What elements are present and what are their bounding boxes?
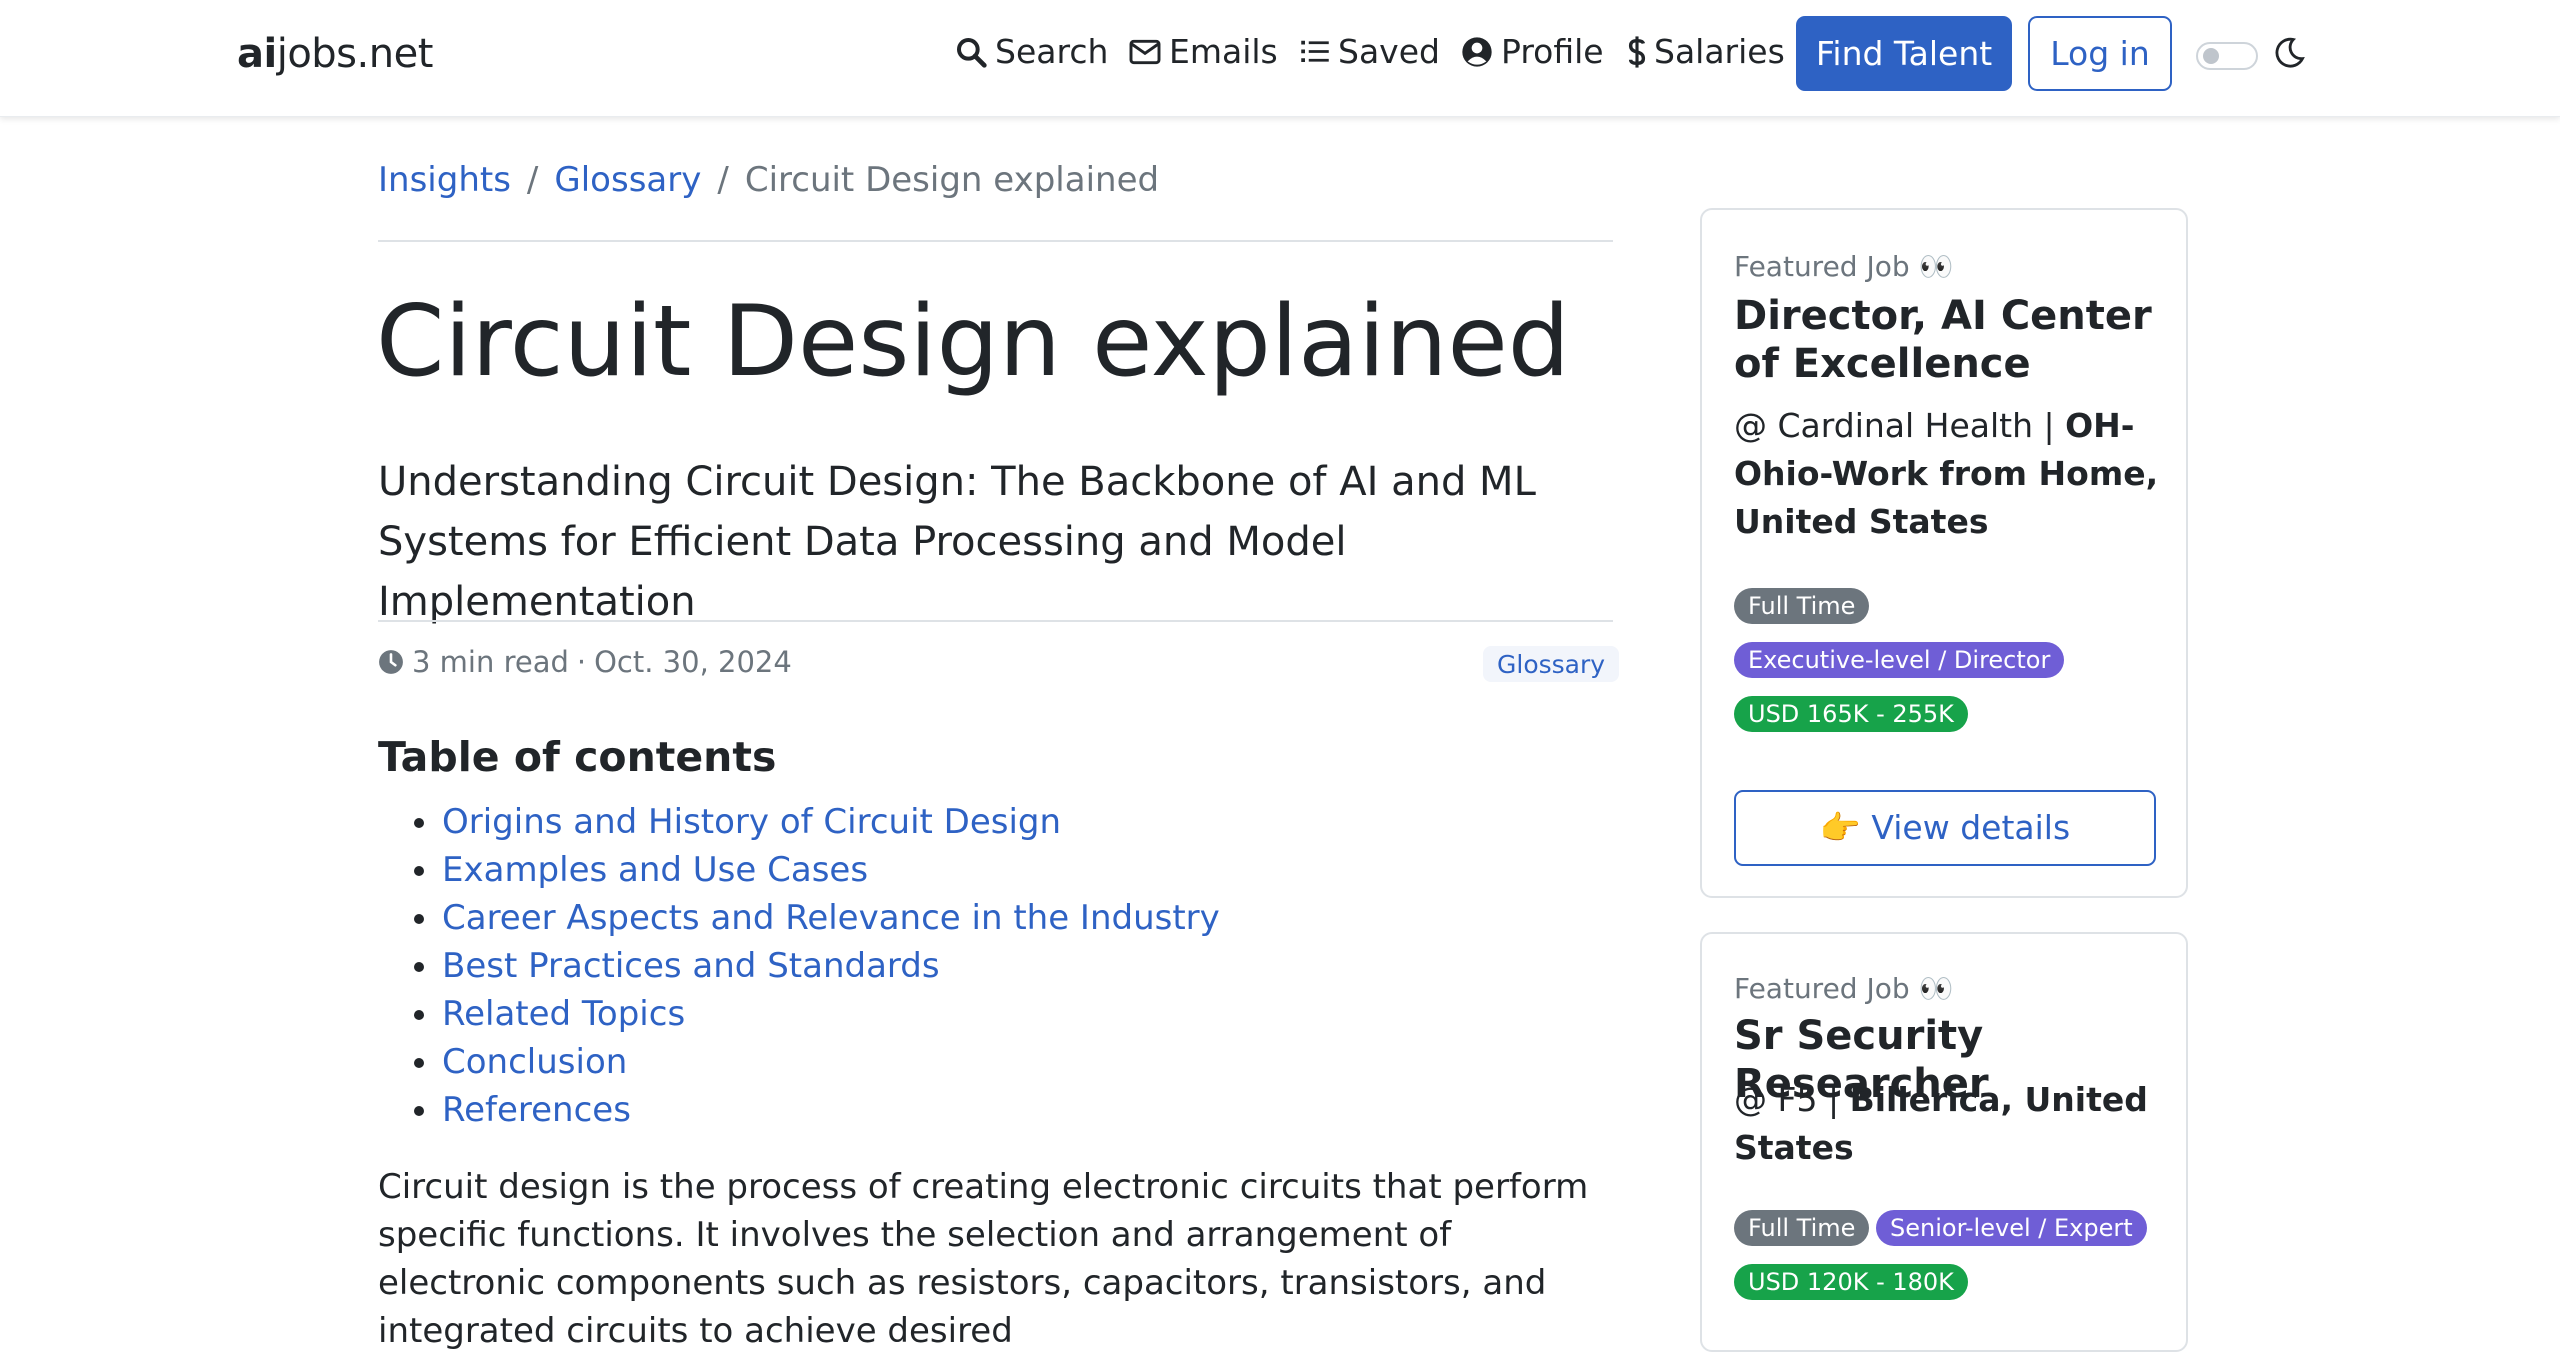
nav-emails-label: Emails	[1169, 32, 1278, 71]
breadcrumb-separator: /	[526, 160, 539, 200]
site-logo[interactable]: aijobs.net	[237, 31, 433, 77]
job-type-badge: Full Time	[1734, 588, 1870, 624]
job-level-badge: Senior-level / Expert	[1876, 1210, 2147, 1246]
featured-label: Featured Job 👀	[1734, 250, 1954, 283]
breadcrumb-separator: /	[717, 160, 729, 200]
toc-link[interactable]: Examples and Use Cases	[442, 850, 868, 890]
featured-job-card: Featured Job 👀 Sr Security Researcher @ …	[1700, 932, 2188, 1352]
toc-item: Related Topics	[378, 992, 1220, 1040]
toc-item: Conclusion	[378, 1040, 1220, 1088]
toc-link[interactable]: Career Aspects and Relevance in the Indu…	[442, 898, 1220, 938]
moon-icon	[2275, 37, 2305, 68]
featured-label: Featured Job 👀	[1734, 972, 1954, 1005]
page-subtitle: Understanding Circuit Design: The Backbo…	[378, 459, 1536, 625]
toc-heading: Table of contents	[378, 733, 777, 781]
job-company: @ Cardinal Health | OH-Ohio-Work from Ho…	[1734, 406, 2159, 541]
dark-mode-toggle[interactable]	[2196, 42, 2258, 70]
meta-dot: ·	[576, 645, 587, 679]
nav-emails[interactable]: Emails	[1129, 32, 1278, 71]
view-details-button[interactable]: 👉 View details	[1734, 790, 2156, 866]
toc-item: Career Aspects and Relevance in the Indu…	[378, 896, 1220, 944]
envelope-icon	[1129, 39, 1161, 64]
nav-search[interactable]: Search	[955, 32, 1108, 71]
breadcrumb-insights[interactable]: Insights	[378, 160, 511, 200]
featured-job-card: Featured Job 👀 Director, AI Center of Ex…	[1700, 208, 2188, 898]
table-of-contents: Origins and History of Circuit Design Ex…	[378, 800, 1220, 1136]
toc-link[interactable]: Best Practices and Standards	[442, 946, 940, 986]
job-salary-badge: USD 165K - 255K	[1734, 696, 1968, 732]
dollar-icon	[1628, 35, 1646, 68]
toc-item: Examples and Use Cases	[378, 848, 1220, 896]
nav-search-label: Search	[995, 32, 1109, 71]
nav-saved-label: Saved	[1338, 32, 1440, 71]
user-circle-icon	[1462, 36, 1492, 67]
job-level-badge: Executive-level / Director	[1734, 642, 2065, 678]
job-title[interactable]: Director, AI Center of Excellence	[1734, 292, 2174, 388]
toc-item: Best Practices and Standards	[378, 944, 1220, 992]
job-type-badge: Full Time	[1734, 1210, 1870, 1246]
nav-saved[interactable]: Saved	[1300, 32, 1440, 71]
toc-link[interactable]: References	[442, 1090, 631, 1130]
article-meta: 3 min read · Oct. 30, 2024	[378, 645, 792, 679]
breadcrumb-current: Circuit Design explained	[744, 160, 1160, 200]
login-button[interactable]: Log in	[2028, 16, 2172, 91]
category-tag[interactable]: Glossary	[1483, 646, 1620, 682]
company-name: @ F5	[1734, 1080, 1818, 1119]
divider	[378, 620, 1613, 622]
toc-link[interactable]: Conclusion	[442, 1042, 627, 1082]
publish-date: Oct. 30, 2024	[594, 645, 792, 679]
read-time: 3 min read	[412, 645, 569, 679]
company-name: @ Cardinal Health	[1734, 406, 2034, 445]
toc-item: Origins and History of Circuit Design	[378, 800, 1220, 848]
search-icon	[957, 37, 987, 68]
page-title: Circuit Design explained	[376, 285, 1570, 399]
toc-item: References	[378, 1088, 1220, 1136]
nav-profile-label: Profile	[1501, 32, 1604, 71]
toc-link[interactable]: Related Topics	[442, 994, 685, 1034]
nav-salaries-label: Salaries	[1654, 32, 1785, 71]
top-navbar: aijobs.net Search Emails Saved Profile S…	[0, 0, 2560, 117]
article-body: Circuit design is the process of creatin…	[378, 1167, 1589, 1351]
job-company: @ F5 | Billerica, United States	[1734, 1080, 2148, 1167]
toggle-knob	[2203, 48, 2219, 64]
nav-profile[interactable]: Profile	[1461, 32, 1604, 71]
list-icon	[1301, 40, 1329, 62]
clock-icon	[379, 650, 403, 674]
nav-salaries[interactable]: Salaries	[1628, 32, 1785, 71]
divider	[378, 240, 1613, 242]
breadcrumb: Insights / Glossary / Circuit Design explain…	[378, 160, 1159, 200]
find-talent-button[interactable]: Find Talent	[1796, 16, 2012, 91]
breadcrumb-glossary[interactable]: Glossary	[554, 160, 701, 200]
job-salary-badge: USD 120K - 180K	[1734, 1264, 1968, 1300]
toc-link[interactable]: Origins and History of Circuit Design	[442, 802, 1061, 842]
